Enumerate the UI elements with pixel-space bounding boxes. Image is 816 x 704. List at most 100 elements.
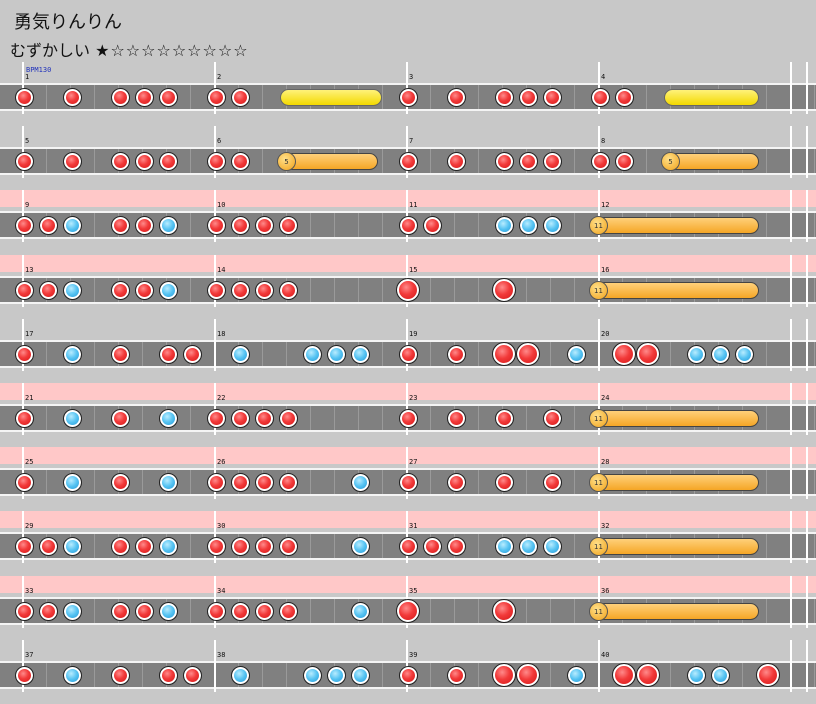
chart-row: 29 30 31 32 11 (0, 511, 816, 575)
don-note (254, 536, 274, 556)
beat-tick (262, 663, 263, 687)
measure-number: 12 (601, 201, 610, 209)
don-note (494, 472, 514, 492)
beat-tick (814, 599, 815, 623)
don-note (446, 665, 466, 685)
don-note (422, 536, 442, 556)
ka-note (158, 601, 178, 621)
bar-line (806, 640, 808, 692)
measure-number: 28 (601, 458, 610, 466)
gogo-band (0, 190, 816, 207)
don-note (542, 151, 562, 171)
measure-number: 8 (601, 137, 606, 145)
drumroll-note: 11 (589, 537, 760, 556)
beat-tick (814, 406, 815, 430)
beat-tick (430, 470, 431, 494)
big-don-note (396, 278, 420, 302)
drumroll-head: 11 (589, 216, 608, 235)
beat-tick (46, 663, 47, 687)
don-note (398, 87, 418, 107)
beat-tick (358, 213, 359, 237)
beat-tick (382, 599, 383, 623)
drumroll-head: 5 (661, 152, 680, 171)
bar-line (806, 576, 808, 628)
beat-tick (190, 85, 191, 109)
measure-number: 23 (409, 394, 418, 402)
big-don-note (492, 599, 516, 623)
beat-tick (94, 213, 95, 237)
ka-note (158, 408, 178, 428)
beat-tick (310, 213, 311, 237)
don-note (446, 408, 466, 428)
ka-note (350, 536, 370, 556)
bar-line (790, 383, 792, 435)
measure-number: 33 (25, 587, 34, 595)
ka-note (62, 408, 82, 428)
drumroll-head: 11 (589, 473, 608, 492)
beat-tick (46, 342, 47, 366)
ka-note (686, 344, 706, 364)
beat-tick (310, 599, 311, 623)
bar-line (790, 576, 792, 628)
beat-tick (46, 149, 47, 173)
don-note (278, 280, 298, 300)
beat-tick (766, 85, 767, 109)
don-note (230, 601, 250, 621)
don-note (110, 665, 130, 685)
ka-note (302, 665, 322, 685)
measure-number: 40 (601, 651, 610, 659)
ka-note (158, 280, 178, 300)
measure-number: 10 (217, 201, 226, 209)
don-note (398, 344, 418, 364)
don-note (206, 601, 226, 621)
beat-tick (574, 534, 575, 558)
ka-note (62, 665, 82, 685)
ka-note (62, 344, 82, 364)
beat-tick (382, 213, 383, 237)
don-note (62, 151, 82, 171)
measure-number: 30 (217, 522, 226, 530)
drumroll-note: 11 (589, 602, 760, 621)
ka-note (518, 536, 538, 556)
bar-line (790, 190, 792, 242)
don-note (590, 151, 610, 171)
drumroll-note: 11 (589, 281, 760, 300)
don-note (182, 344, 202, 364)
beat-tick (478, 85, 479, 109)
beat-tick (190, 534, 191, 558)
don-note (254, 408, 274, 428)
don-note (110, 280, 130, 300)
measure-number: 7 (409, 137, 414, 145)
big-don-note (636, 663, 660, 687)
beat-tick (382, 85, 383, 109)
don-note (518, 151, 538, 171)
beat-tick (478, 342, 479, 366)
don-note (182, 665, 202, 685)
beat-tick (646, 149, 647, 173)
measure-number: 6 (217, 137, 222, 145)
ka-note (230, 344, 250, 364)
beat-tick (478, 406, 479, 430)
ka-note (62, 472, 82, 492)
ka-note (230, 665, 250, 685)
bar-line (806, 126, 808, 178)
beat-tick (478, 149, 479, 173)
don-note (446, 344, 466, 364)
gogo-band (0, 447, 816, 464)
big-don-note (516, 342, 540, 366)
ka-note (158, 472, 178, 492)
beat-tick (262, 149, 263, 173)
beat-tick (382, 470, 383, 494)
beat-tick (526, 278, 527, 302)
measure-number: 37 (25, 651, 34, 659)
measure-number: 25 (25, 458, 34, 466)
beat-tick (814, 342, 815, 366)
don-note (254, 280, 274, 300)
don-note (446, 472, 466, 492)
gogo-band (0, 576, 816, 593)
measure-number: 15 (409, 266, 418, 274)
beat-tick (382, 149, 383, 173)
don-note (614, 87, 634, 107)
don-note (206, 408, 226, 428)
don-note (14, 665, 34, 685)
